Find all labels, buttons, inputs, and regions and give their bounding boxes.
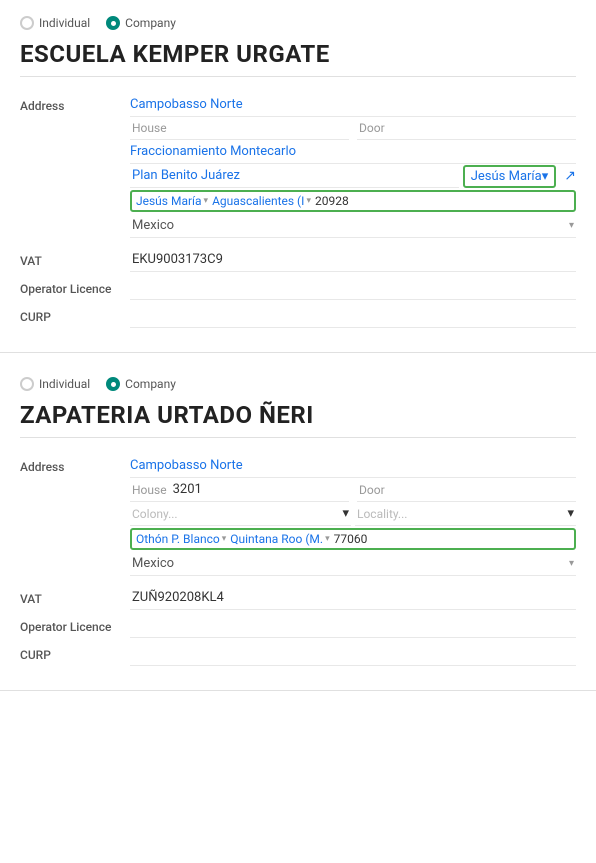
address-row-zapateria: Address Campobasso Norte House 3201 Door <box>20 454 576 578</box>
operator-content-kemper <box>130 276 576 300</box>
country-row-zapateria[interactable]: Mexico ▾ <box>130 552 576 576</box>
curp-label-zapateria: CURP <box>20 642 130 662</box>
radio-individual-label-zapateria: Individual <box>39 377 90 391</box>
highlighted-state-chevron-zapateria: ▾ <box>325 534 330 544</box>
radio-individual-circle-kemper[interactable] <box>20 16 34 30</box>
highlighted-zip-kemper: 20928 <box>315 194 349 208</box>
operator-row-kemper: Operator Licence <box>20 276 576 300</box>
colony-chevron-zapateria: ▾ <box>342 506 349 521</box>
radio-company-kemper[interactable]: Company <box>106 16 176 30</box>
form-section-zapateria: Address Campobasso Norte House 3201 Door <box>20 454 576 666</box>
house-label-kemper: House <box>132 121 167 135</box>
country-kemper: Mexico <box>132 218 174 233</box>
radio-company-label-zapateria: Company <box>125 377 176 391</box>
curp-value-zapateria[interactable] <box>130 642 576 666</box>
address-row-kemper: Address Campobasso Norte House Door <box>20 93 576 240</box>
vat-label-zapateria: VAT <box>20 586 130 606</box>
locality-placeholder-zapateria: Locality... <box>357 507 407 521</box>
door-label-zapateria: Door <box>359 483 385 497</box>
curp-label-kemper: CURP <box>20 304 130 324</box>
house-door-kemper: House Door <box>130 117 576 140</box>
operator-content-zapateria <box>130 614 576 638</box>
locality-chevron-zapateria: ▾ <box>567 506 574 521</box>
highlighted-municipality-chevron-zapateria: ▾ <box>222 534 227 544</box>
highlighted-municipality-value-zapateria: Othón P. Blanco <box>136 532 220 546</box>
highlighted-city-chevron-kemper: ▾ <box>204 196 209 206</box>
highlighted-city-kemper[interactable]: Jesús María ▾ <box>136 194 208 208</box>
operator-label-zapateria: Operator Licence <box>20 614 130 634</box>
highlighted-municipality-zapateria[interactable]: Othón P. Blanco ▾ <box>136 532 226 546</box>
curp-content-kemper <box>130 304 576 328</box>
curp-value-kemper[interactable] <box>130 304 576 328</box>
street-kemper[interactable]: Campobasso Norte <box>130 93 576 117</box>
radio-company-circle-kemper[interactable] <box>106 16 120 30</box>
company-name-kemper: ESCUELA KEMPER URGATE <box>20 40 576 77</box>
city-dropdown-value-kemper: Jesús María <box>471 169 542 184</box>
vat-row-zapateria: VAT ZUÑ920208KL4 <box>20 586 576 610</box>
city-chevron-kemper: ▾ <box>542 169 549 184</box>
address-label-kemper: Address <box>20 93 130 113</box>
city-dropdown-kemper[interactable]: Jesús María ▾ <box>463 165 557 188</box>
country-row-kemper[interactable]: Mexico ▾ <box>130 214 576 238</box>
radio-company-circle-zapateria[interactable] <box>106 377 120 391</box>
operator-label-kemper: Operator Licence <box>20 276 130 296</box>
house-field-zapateria[interactable]: House 3201 <box>130 478 349 502</box>
vat-content-zapateria: ZUÑ920208KL4 <box>130 586 576 610</box>
operator-row-zapateria: Operator Licence <box>20 614 576 638</box>
vat-label-kemper: VAT <box>20 248 130 268</box>
radio-individual-circle-zapateria[interactable] <box>20 377 34 391</box>
vat-value-zapateria[interactable]: ZUÑ920208KL4 <box>130 586 576 610</box>
operator-value-kemper[interactable] <box>130 276 576 300</box>
colony-placeholder-zapateria: Colony... <box>132 507 178 521</box>
radio-individual-zapateria[interactable]: Individual <box>20 377 90 391</box>
radio-company-zapateria[interactable]: Company <box>106 377 176 391</box>
door-field-kemper[interactable]: Door <box>357 117 576 140</box>
highlighted-state-chevron-kemper: ▾ <box>306 196 311 206</box>
country-chevron-kemper: ▾ <box>569 220 574 231</box>
house-field-kemper[interactable]: House <box>130 117 349 140</box>
door-label-kemper: Door <box>359 121 385 135</box>
house-value-zapateria[interactable]: 3201 <box>173 482 202 497</box>
house-door-zapateria: House 3201 Door <box>130 478 576 502</box>
colony-locality-zapateria: Colony... ▾ Locality... ▾ <box>130 502 576 526</box>
external-link-kemper[interactable]: ↗ <box>564 168 576 184</box>
vat-content-kemper: EKU9003173C9 <box>130 248 576 272</box>
highlighted-state-zapateria[interactable]: Quintana Roo (M. ▾ <box>230 532 329 546</box>
municipality-city-row-kemper: Plan Benito Juárez Jesús María ▾ ↗ <box>130 164 576 188</box>
locality-dropdown-zapateria[interactable]: Locality... ▾ <box>355 502 576 526</box>
operator-value-zapateria[interactable] <box>130 614 576 638</box>
company-name-zapateria: ZAPATERIA URTADO ÑERI <box>20 401 576 438</box>
country-zapateria: Mexico <box>132 556 174 571</box>
colony-dropdown-zapateria[interactable]: Colony... ▾ <box>130 502 351 526</box>
highlighted-location-kemper[interactable]: Jesús María ▾ Aguascalientes (I ▾ 20928 <box>130 190 576 212</box>
record-zapateria: Individual Company ZAPATERIA URTADO ÑERI… <box>0 361 596 691</box>
highlighted-state-value-kemper: Aguascalientes (I <box>212 194 304 208</box>
address-label-zapateria: Address <box>20 454 130 474</box>
house-label-zapateria: House <box>132 483 167 497</box>
highlighted-location-zapateria[interactable]: Othón P. Blanco ▾ Quintana Roo (M. ▾ 770… <box>130 528 576 550</box>
vat-row-kemper: VAT EKU9003173C9 <box>20 248 576 272</box>
address-content-zapateria: Campobasso Norte House 3201 Door Colo <box>130 454 576 578</box>
type-selector-zapateria: Individual Company <box>20 377 576 391</box>
radio-company-label-kemper: Company <box>125 16 176 30</box>
radio-individual-label-kemper: Individual <box>39 16 90 30</box>
municipality-kemper[interactable]: Plan Benito Juárez <box>130 164 459 188</box>
highlighted-city-value-kemper: Jesús María <box>136 194 202 208</box>
record-kemper: Individual Company ESCUELA KEMPER URGATE… <box>0 0 596 353</box>
type-selector-kemper: Individual Company <box>20 16 576 30</box>
door-field-zapateria[interactable]: Door <box>357 478 576 502</box>
curp-row-zapateria: CURP <box>20 642 576 666</box>
vat-value-kemper[interactable]: EKU9003173C9 <box>130 248 576 272</box>
highlighted-zip-zapateria: 77060 <box>334 532 368 546</box>
highlighted-state-kemper[interactable]: Aguascalientes (I ▾ <box>212 194 311 208</box>
colony-kemper[interactable]: Fraccionamiento Montecarlo <box>130 140 576 164</box>
curp-content-zapateria <box>130 642 576 666</box>
address-content-kemper: Campobasso Norte House Door Fraccionamie… <box>130 93 576 240</box>
form-section-kemper: Address Campobasso Norte House Door <box>20 93 576 328</box>
radio-individual-kemper[interactable]: Individual <box>20 16 90 30</box>
highlighted-state-value-zapateria: Quintana Roo (M. <box>230 532 323 546</box>
street-zapateria[interactable]: Campobasso Norte <box>130 454 576 478</box>
curp-row-kemper: CURP <box>20 304 576 328</box>
country-chevron-zapateria: ▾ <box>569 558 574 569</box>
